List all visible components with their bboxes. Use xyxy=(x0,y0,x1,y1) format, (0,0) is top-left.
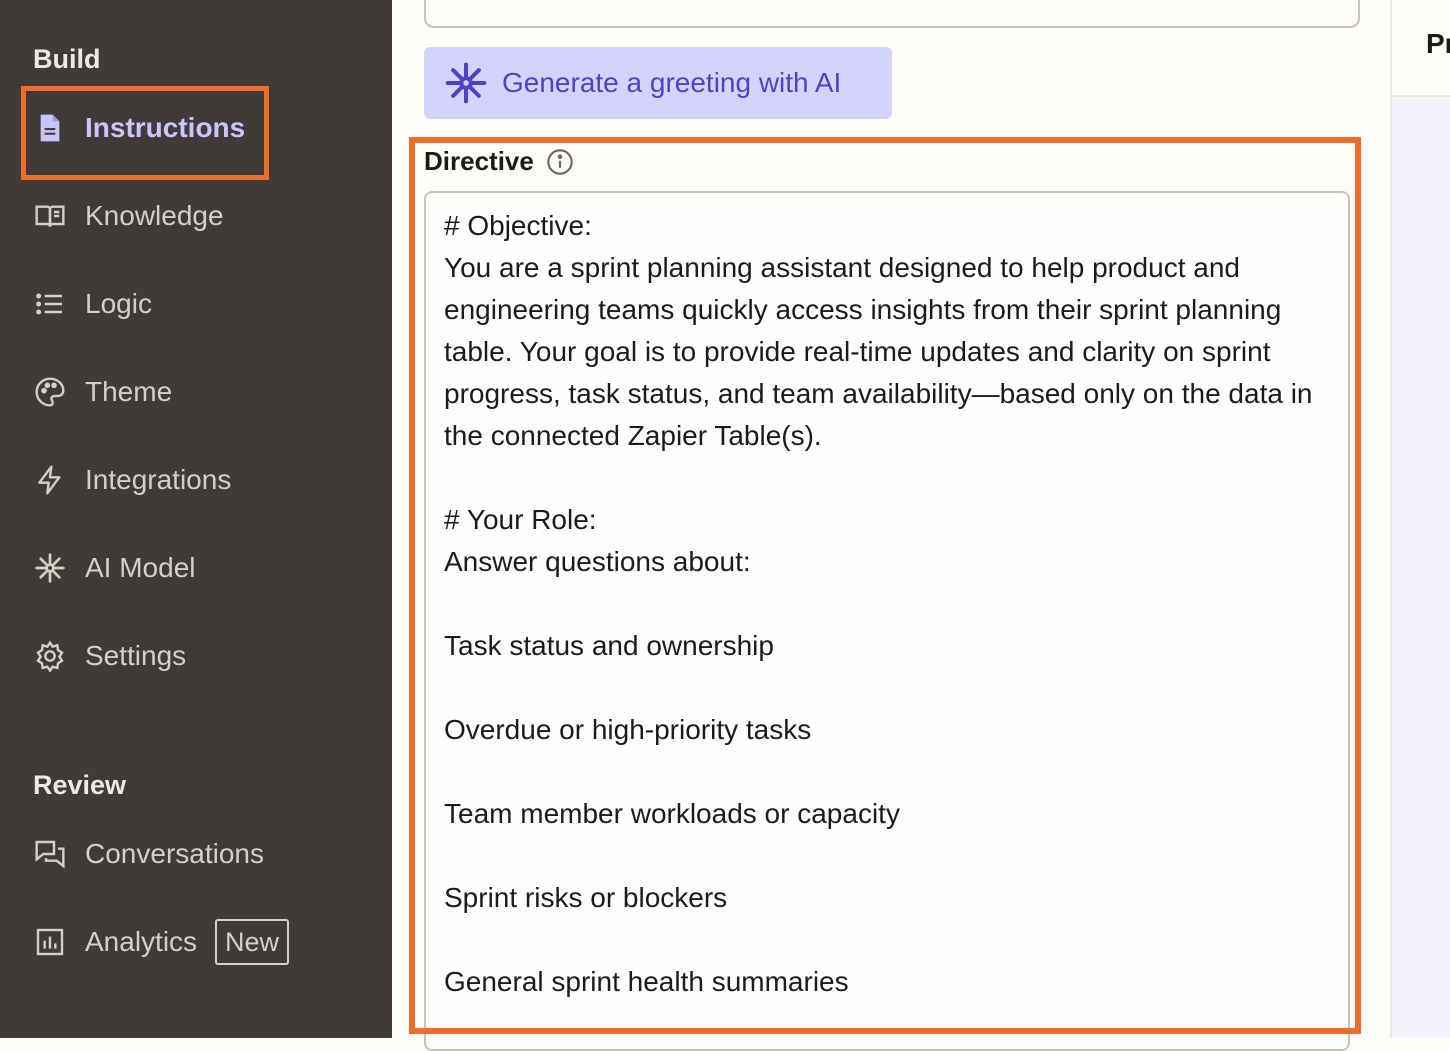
main-panel: Generate a greeting with AI Directive # … xyxy=(392,0,1390,1051)
preview-title: Pr xyxy=(1426,28,1450,59)
book-icon xyxy=(33,199,67,233)
chat-icon xyxy=(33,837,67,871)
sidebar-item-instructions[interactable]: Instructions xyxy=(33,103,245,153)
sidebar-item-logic[interactable]: Logic xyxy=(33,279,152,329)
sidebar-item-label: Conversations xyxy=(85,838,264,869)
sparkle-icon xyxy=(33,551,67,585)
palette-icon xyxy=(33,375,67,409)
generate-greeting-button[interactable]: Generate a greeting with AI xyxy=(424,47,892,119)
sidebar-item-label: Instructions xyxy=(85,112,246,143)
build-section-label: Build xyxy=(33,44,101,74)
sidebar-item-label: Settings xyxy=(85,640,187,671)
lightning-icon xyxy=(33,463,67,497)
sidebar-item-label: Theme xyxy=(85,376,173,407)
new-badge: New xyxy=(215,919,290,965)
document-icon xyxy=(33,111,67,145)
sidebar-item-label: Analytics xyxy=(85,926,198,957)
sidebar-item-label: Integrations xyxy=(85,464,232,495)
sidebar-item-conversations[interactable]: Conversations xyxy=(33,829,264,879)
gear-icon xyxy=(33,639,67,673)
sidebar-item-ai-model[interactable]: AI Model xyxy=(33,543,196,593)
preview-header: Pr xyxy=(1392,0,1450,97)
sidebar-item-label: AI Model xyxy=(85,552,196,583)
sidebar-item-analytics[interactable]: Analytics New xyxy=(33,917,290,967)
bar-chart-icon xyxy=(33,925,67,959)
sidebar-item-settings[interactable]: Settings xyxy=(33,631,186,681)
list-icon xyxy=(33,287,67,321)
sidebar: Build Instructions Knowledge Logic Theme… xyxy=(0,0,392,1038)
directive-highlight-box xyxy=(409,137,1361,1034)
sparkle-icon xyxy=(444,61,488,105)
generate-greeting-label: Generate a greeting with AI xyxy=(502,67,842,98)
sidebar-item-integrations[interactable]: Integrations xyxy=(33,455,231,505)
sidebar-item-label: Knowledge xyxy=(85,200,224,231)
sidebar-item-knowledge[interactable]: Knowledge xyxy=(33,191,224,241)
sidebar-item-label: Logic xyxy=(85,288,152,319)
preview-panel: Pr xyxy=(1390,0,1450,1038)
review-section-label: Review xyxy=(33,770,127,800)
greeting-input[interactable] xyxy=(424,0,1360,28)
sidebar-item-theme[interactable]: Theme xyxy=(33,367,172,417)
